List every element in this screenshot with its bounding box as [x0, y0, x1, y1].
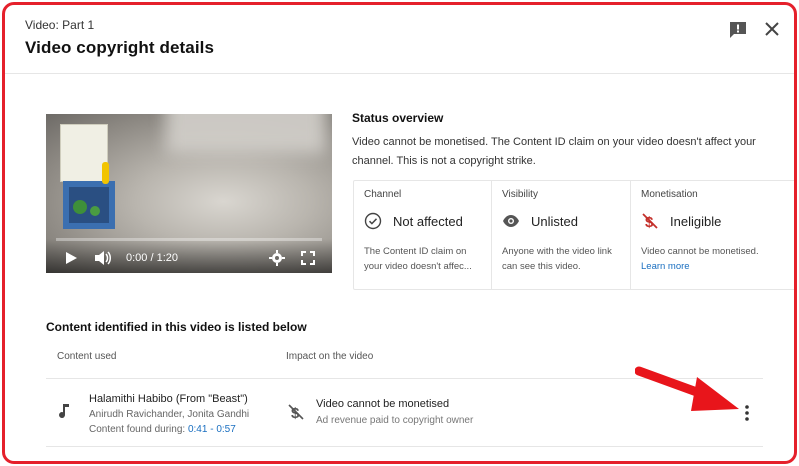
no-dollar-icon: $	[287, 403, 305, 422]
monetisation-value: Ineligible	[670, 214, 722, 229]
song-title: Halamithi Habibo (From "Beast")	[89, 393, 248, 405]
visibility-label: Visibility	[502, 189, 538, 200]
content-found-range[interactable]: 0:41 - 0:57	[188, 424, 236, 435]
music-note-icon	[57, 403, 71, 419]
status-visibility: Visibility Unlisted Anyone with the vide…	[491, 181, 629, 289]
channel-value: Not affected	[393, 214, 463, 229]
dialog-subtitle: Video: Part 1	[25, 18, 95, 32]
status-channel: Channel Not affected The Content ID clai…	[354, 181, 490, 289]
check-circle-icon	[364, 212, 382, 230]
play-icon[interactable]	[64, 251, 78, 265]
fullscreen-icon[interactable]	[301, 251, 315, 265]
learn-more-link[interactable]: Learn more	[641, 261, 690, 272]
player-controls	[46, 239, 332, 273]
content-found-label: Content found during:	[89, 424, 186, 435]
progress-bar[interactable]	[56, 238, 322, 241]
impact-subtitle: Ad revenue paid to copyright owner	[316, 415, 474, 426]
no-dollar-icon: $	[641, 212, 659, 231]
status-overview-description: Video cannot be monetised. The Content I…	[352, 136, 756, 167]
close-icon[interactable]	[762, 19, 782, 39]
monetisation-description: Video cannot be monetised. Learn more	[641, 244, 761, 274]
content-found: Content found during: 0:41 - 0:57	[89, 424, 236, 435]
song-artists: Anirudh Ravichander, Jonita Gandhi	[89, 409, 250, 420]
channel-description: The Content ID claim on your video doesn…	[364, 246, 472, 272]
impact-title: Video cannot be monetised	[316, 398, 450, 410]
annotation-arrow	[634, 363, 745, 415]
visibility-value: Unlisted	[531, 214, 578, 229]
poster-image	[60, 124, 108, 182]
copyright-dialog: Video: Part 1 Video copyright details 0:…	[2, 2, 797, 464]
header-content-used: Content used	[57, 351, 117, 362]
dialog-title: Video copyright details	[25, 38, 215, 57]
channel-label: Channel	[364, 189, 402, 200]
monetisation-label: Monetisation	[641, 189, 698, 200]
status-overview-title: Status overview	[352, 111, 444, 125]
video-player[interactable]: 0:00 / 1:20	[46, 114, 332, 273]
status-card: Channel Not affected The Content ID clai…	[353, 180, 794, 290]
header-impact: Impact on the video	[286, 351, 374, 362]
video-time: 0:00 / 1:20	[126, 252, 178, 264]
status-monetisation: Monetisation $ Ineligible Video cannot b…	[630, 181, 762, 289]
feedback-icon[interactable]	[728, 21, 748, 39]
content-section-title: Content identified in this video is list…	[46, 320, 307, 334]
volume-icon[interactable]	[94, 250, 112, 266]
row-divider	[46, 446, 763, 447]
header-divider	[5, 73, 794, 74]
visibility-description: Anyone with the video link can see this …	[502, 246, 612, 272]
monetisation-description-text: Video cannot be monetised.	[641, 246, 759, 257]
gear-icon[interactable]	[269, 250, 285, 266]
eye-icon	[502, 212, 520, 230]
